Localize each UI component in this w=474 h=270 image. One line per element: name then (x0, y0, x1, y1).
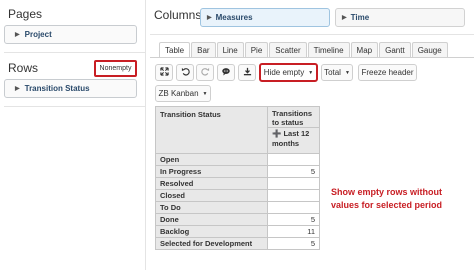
divider (4, 106, 145, 107)
panel-divider (145, 0, 146, 270)
redo-icon (200, 67, 210, 78)
expand-plus-icon: ➕ (272, 129, 282, 138)
tab-gantt[interactable]: Gantt (379, 42, 411, 57)
annotation-line-1: Show empty rows without (331, 187, 443, 197)
table-row: Closed (155, 189, 320, 202)
undo-button[interactable] (176, 64, 194, 81)
tab-map[interactable]: Map (350, 42, 379, 57)
columns-item-label: Time (350, 13, 370, 22)
table-row: Open (155, 153, 320, 166)
row-value: 5 (267, 213, 320, 226)
period-header[interactable]: ➕ Last 12 months (267, 127, 320, 154)
rows-dimension-transition-status[interactable]: ▶ Transition Status (4, 79, 137, 98)
tabs-baseline (150, 57, 474, 58)
columns-item-label: Measures (215, 13, 253, 22)
download-icon (243, 67, 252, 78)
chevron-down-icon: ▼ (202, 90, 208, 97)
tab-bar[interactable]: Bar (191, 42, 216, 57)
row-value: 11 (267, 225, 320, 238)
rows-item-label: Transition Status (24, 84, 90, 93)
divider (150, 34, 474, 35)
row-label[interactable]: Selected for Development (155, 237, 268, 250)
expand-icon (159, 67, 169, 78)
row-value (267, 189, 320, 202)
table-row: In Progress 5 (155, 165, 320, 178)
total-label: Total (324, 68, 341, 77)
table-row: Done 5 (155, 213, 320, 226)
report-table-container: Transition Status Transitions to status … (155, 106, 320, 250)
table-row: To Do (155, 201, 320, 214)
table-body: Open In Progress 5 Resolved Closed To Do Done 5… (155, 153, 320, 250)
total-dropdown[interactable]: Total ▼ (321, 64, 353, 81)
chevron-down-icon: ▼ (308, 69, 314, 76)
table-row: Selected for Development 5 (155, 237, 320, 250)
expand-caret-icon: ▶ (342, 15, 347, 21)
pages-item-label: Project (24, 30, 52, 39)
expand-caret-icon: ▶ (15, 32, 20, 38)
comment-button[interactable] (217, 64, 235, 81)
tab-table[interactable]: Table (159, 42, 191, 58)
row-value: 5 (267, 165, 320, 178)
row-label[interactable]: Resolved (155, 177, 268, 190)
row-value: 5 (267, 237, 320, 250)
visualization-tabs: Table Bar Line Pie Scatter Timeline Map … (159, 42, 449, 58)
kanban-dropdown[interactable]: ZB Kanban ▼ (155, 85, 211, 102)
columns-dimension-measures[interactable]: ▶ Measures (200, 8, 330, 27)
tab-scatter[interactable]: Scatter (269, 42, 307, 57)
comment-icon (221, 67, 231, 78)
undo-icon (181, 67, 190, 78)
columns-title: Columns (154, 8, 202, 22)
chevron-down-icon: ▼ (344, 69, 350, 76)
row-value (267, 153, 320, 166)
pages-title: Pages (8, 7, 43, 21)
hide-empty-label: Hide empty (263, 68, 305, 77)
row-label[interactable]: Done (155, 213, 268, 226)
hide-empty-dropdown[interactable]: Hide empty ▼ (259, 63, 318, 82)
row-label[interactable]: In Progress (155, 165, 268, 178)
tab-timeline[interactable]: Timeline (307, 42, 350, 57)
row-label[interactable]: Open (155, 153, 268, 166)
row-label[interactable]: Backlog (155, 225, 268, 238)
pages-dimension-project[interactable]: ▶ Project (4, 25, 137, 44)
columns-dimension-time[interactable]: ▶ Time (335, 8, 465, 27)
row-label[interactable]: To Do (155, 201, 268, 214)
report-table: Transition Status Transitions to status … (155, 106, 320, 250)
row-label[interactable]: Closed (155, 189, 268, 202)
measure-header: Transitions to status (267, 106, 320, 128)
divider (4, 52, 145, 53)
rows-title: Rows (8, 61, 39, 75)
row-value (267, 201, 320, 214)
expand-caret-icon: ▶ (15, 86, 20, 92)
table-row: Resolved (155, 177, 320, 190)
tab-line[interactable]: Line (216, 42, 244, 57)
nonempty-button[interactable]: Nonempty (94, 60, 137, 77)
row-value (267, 177, 320, 190)
row-dimension-header: Transition Status (155, 106, 268, 154)
redo-button[interactable] (196, 64, 214, 81)
table-row: Backlog 11 (155, 225, 320, 238)
kanban-label: ZB Kanban (158, 89, 199, 98)
expand-button[interactable] (155, 64, 173, 81)
freeze-header-button[interactable]: Freeze header (358, 64, 417, 81)
annotation-note: Show empty rows without values for selec… (331, 186, 442, 212)
annotation-line-2: values for selected period (331, 200, 443, 210)
tab-pie[interactable]: Pie (244, 42, 269, 57)
download-button[interactable] (238, 64, 256, 81)
tab-gauge[interactable]: Gauge (411, 42, 448, 57)
expand-caret-icon: ▶ (207, 15, 212, 21)
